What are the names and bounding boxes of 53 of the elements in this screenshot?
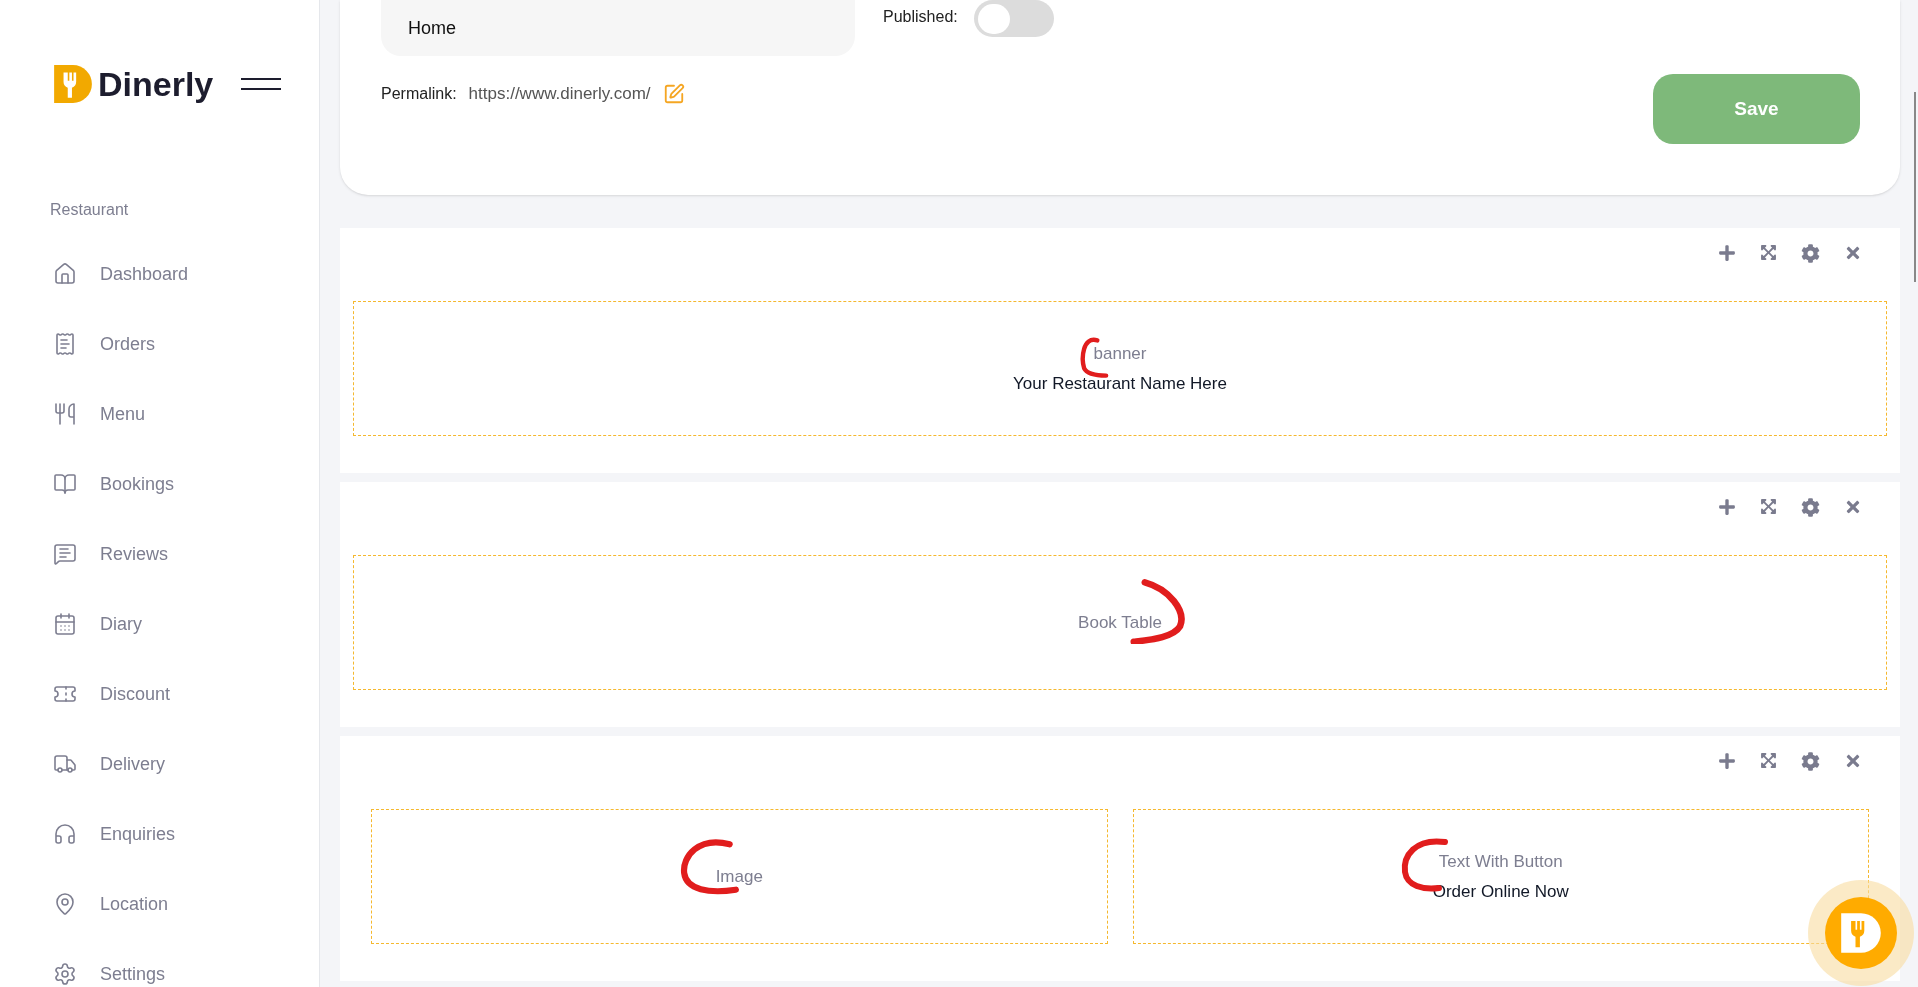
permalink-link[interactable]: https://www.dinerly.com/	[468, 81, 651, 107]
menu-icon[interactable]	[241, 77, 282, 91]
section-label: Restaurant	[50, 200, 130, 220]
close-icon[interactable]	[1844, 752, 1862, 770]
logo-icon	[52, 63, 94, 105]
block-title: Image	[715, 865, 763, 888]
content-block[interactable]: banner Your Restaurant Name Here	[353, 301, 1887, 436]
calendar-icon	[53, 612, 77, 636]
expand-icon[interactable]	[1760, 244, 1777, 261]
add-icon[interactable]	[1718, 498, 1736, 516]
sidebar-item[interactable]: Settings	[0, 939, 319, 987]
sidebar-item[interactable]: Delivery	[0, 729, 319, 799]
expand-icon[interactable]	[1760, 752, 1777, 769]
close-icon[interactable]	[1844, 498, 1862, 516]
message-icon	[53, 542, 77, 566]
expand-icon[interactable]	[1760, 498, 1777, 515]
content-block[interactable]: Image	[371, 809, 1108, 944]
headphones-icon	[53, 822, 77, 846]
truck-icon	[53, 752, 77, 776]
utensils-icon	[53, 402, 77, 426]
page-title-field[interactable]: Home	[381, 0, 855, 56]
block-title: banner	[1093, 343, 1147, 365]
sidebar-item[interactable]: Reviews	[0, 519, 319, 589]
sidebar-item[interactable]: Location	[0, 869, 319, 939]
settings-icon[interactable]	[1801, 244, 1820, 263]
save-button[interactable]: Save	[1653, 74, 1860, 144]
sidebar-item[interactable]: Diary	[0, 589, 319, 659]
location-icon	[53, 892, 77, 916]
published-toggle[interactable]	[973, 0, 1054, 37]
sidebar-item[interactable]: Menu	[0, 379, 319, 449]
settings-icon[interactable]	[1801, 498, 1820, 517]
block-title: Text With Button	[1438, 851, 1563, 873]
block-subtitle: Your Restaurant Name Here	[1013, 372, 1227, 395]
settings-icon[interactable]	[1801, 752, 1820, 771]
sidebar-item[interactable]: Dashboard	[0, 239, 319, 309]
add-icon[interactable]	[1718, 244, 1736, 262]
home-icon	[53, 262, 77, 286]
scrollbar[interactable]	[1914, 92, 1916, 282]
book-icon	[53, 472, 77, 496]
receipt-icon	[53, 332, 77, 356]
logo-icon	[1839, 911, 1883, 955]
sidebar-item[interactable]: Discount	[0, 659, 319, 729]
block-title: Book Table	[1078, 611, 1162, 634]
brand-name: Dinerly	[98, 63, 214, 105]
sidebar-item[interactable]: Bookings	[0, 449, 319, 519]
settings-icon	[53, 962, 77, 986]
content-block[interactable]: Book Table	[353, 555, 1887, 690]
sidebar-item[interactable]: Orders	[0, 309, 319, 379]
sidebar-item[interactable]: Enquiries	[0, 799, 319, 869]
permalink-label: Permalink:	[381, 83, 457, 104]
published-label: Published:	[883, 7, 958, 27]
close-icon[interactable]	[1844, 244, 1862, 262]
add-icon[interactable]	[1718, 752, 1736, 770]
